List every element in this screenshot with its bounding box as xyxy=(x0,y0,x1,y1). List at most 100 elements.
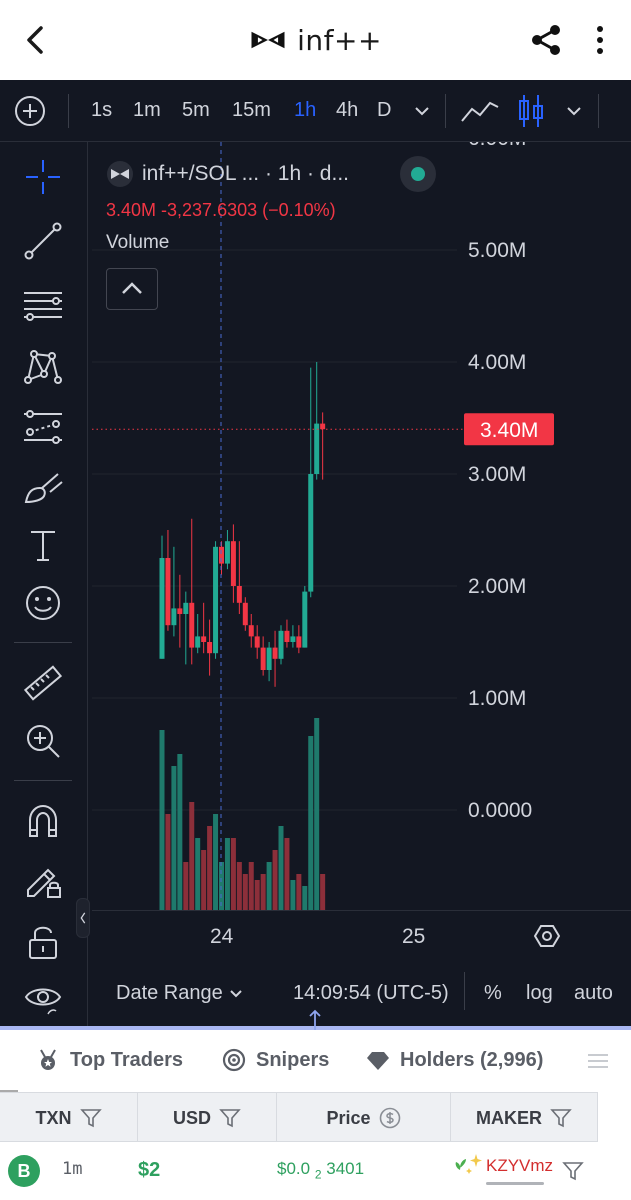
volume-legend-label: Volume xyxy=(106,232,170,253)
timeframe-1m[interactable]: 1m xyxy=(133,99,161,122)
candle-body xyxy=(207,642,213,654)
column-header-maker[interactable]: MAKER xyxy=(451,1093,598,1143)
tab-top-traders[interactable]: Top Traders xyxy=(36,1048,183,1072)
trend-line-icon[interactable] xyxy=(22,220,64,262)
auto-scale-toggle[interactable]: auto xyxy=(574,982,613,1005)
candle-body xyxy=(189,602,195,648)
collapse-toolbar-handle[interactable] xyxy=(76,898,90,938)
candles-chart-type-icon[interactable] xyxy=(516,92,546,130)
table-row[interactable]: B 1m $2 $0.0 2 3401 KZYVmz xyxy=(0,1142,631,1200)
date-range-chevron-down-icon[interactable] xyxy=(228,988,244,1000)
date-range-button[interactable]: Date Range xyxy=(116,982,223,1005)
symbol-label: inf++/SOL ... · 1h · d... xyxy=(142,162,349,185)
candle-body xyxy=(314,423,320,474)
candle-body xyxy=(224,541,230,564)
timeframe-4h[interactable]: 4h xyxy=(336,99,358,122)
candle-body xyxy=(308,474,314,592)
forecast-tool-icon[interactable] xyxy=(22,406,64,448)
filter-icon[interactable] xyxy=(550,1107,572,1129)
candle-body xyxy=(272,647,278,659)
volume-bar xyxy=(189,802,195,910)
filter-icon[interactable] xyxy=(219,1107,241,1129)
chevron-up-icon xyxy=(122,282,142,294)
text-tool-icon[interactable] xyxy=(22,524,64,566)
timeframe-chevron-down-icon[interactable] xyxy=(413,104,431,118)
magnet-icon[interactable] xyxy=(22,800,64,842)
lock-drawing-icon[interactable] xyxy=(22,858,64,900)
volume-bar xyxy=(213,814,219,910)
x-tick-label: 25 xyxy=(402,925,426,948)
percent-scale-toggle[interactable]: % xyxy=(484,982,502,1005)
ohlc-values: 3.40M -3,237.6303 (−0.10%) xyxy=(106,200,336,220)
filter-maker-icon[interactable] xyxy=(562,1160,584,1182)
chart-settings-icon[interactable] xyxy=(533,923,561,949)
visibility-eye-icon[interactable] xyxy=(22,976,64,1018)
brush-icon[interactable] xyxy=(22,466,64,508)
trade-price: $0.0 2 3401 xyxy=(277,1159,364,1181)
chart-panel: 1s 1m 5m 15m 1h 4h D 3.40M 5.00M 4.00M 3… xyxy=(0,80,631,1026)
unlock-icon[interactable] xyxy=(22,920,64,962)
chart-type-chevron-down-icon[interactable] xyxy=(565,104,583,118)
column-header-txn[interactable]: TXN xyxy=(0,1093,138,1143)
pattern-tool-icon[interactable] xyxy=(22,346,64,388)
time-axis[interactable]: 24 25 xyxy=(92,910,631,958)
y-tick-label: 3.00M xyxy=(468,463,526,486)
more-tabs-icon[interactable] xyxy=(586,1052,610,1070)
emoji-icon[interactable] xyxy=(22,582,64,624)
timeframe-1s[interactable]: 1s xyxy=(91,99,112,122)
volume-bar xyxy=(242,874,248,910)
toolbar-divider xyxy=(598,94,599,128)
filter-icon[interactable] xyxy=(79,1107,102,1129)
fib-retracement-icon[interactable] xyxy=(22,284,64,326)
volume-bar xyxy=(284,838,290,910)
tab-snipers[interactable]: Snipers xyxy=(222,1048,329,1072)
volume-bar xyxy=(224,838,230,910)
candlestick-chart-svg[interactable]: 3.40M 6.00M 5.00M 4.00M 3.00M 2.00M 1.00M 0.00… xyxy=(92,127,631,910)
trade-age: 1m xyxy=(62,1159,83,1179)
market-status-indicator[interactable] xyxy=(400,156,436,192)
volume-bar xyxy=(248,862,254,910)
target-icon xyxy=(222,1048,246,1072)
ruler-icon[interactable] xyxy=(22,662,64,704)
timeframe-15m[interactable]: 15m xyxy=(232,99,271,122)
toolbar-divider xyxy=(445,94,446,128)
more-vertical-icon[interactable] xyxy=(588,22,612,58)
chart-legend-symbol[interactable]: inf++/SOL ... · 1h · d... xyxy=(106,160,349,188)
collapse-legend-button[interactable] xyxy=(106,268,158,310)
app-title: inf++ xyxy=(297,23,382,57)
toolbar-divider xyxy=(68,94,69,128)
maker-address[interactable]: KZYVmz xyxy=(486,1156,553,1176)
candle-body xyxy=(248,625,254,637)
volume-bar xyxy=(290,880,296,910)
volume-bar xyxy=(183,862,189,910)
tab-label: Snipers xyxy=(256,1048,330,1071)
y-tick-label: 1.00M xyxy=(468,687,526,710)
timeframe-1h[interactable]: 1h xyxy=(294,99,316,122)
tab-label: Top Traders xyxy=(70,1048,183,1071)
price-chart[interactable]: 3.40M 6.00M 5.00M 4.00M 3.00M 2.00M 1.00M 0.00… xyxy=(92,127,631,910)
price-prefix: $0.0 xyxy=(277,1159,311,1178)
share-icon[interactable] xyxy=(528,22,564,58)
timeframe-5m[interactable]: 5m xyxy=(182,99,210,122)
line-chart-type-icon[interactable] xyxy=(460,95,500,127)
log-scale-toggle[interactable]: log xyxy=(526,982,553,1005)
currency-toggle-icon[interactable] xyxy=(379,1107,401,1129)
y-tick-label: 2.00M xyxy=(468,575,526,598)
crosshair-icon[interactable] xyxy=(22,156,64,198)
column-header-price[interactable]: Price xyxy=(277,1093,451,1143)
add-indicator-icon[interactable] xyxy=(14,95,46,127)
candle-body xyxy=(278,630,284,659)
candle-body xyxy=(320,423,326,430)
zoom-in-icon[interactable] xyxy=(22,720,64,762)
volume-bar xyxy=(159,730,165,910)
candle-body xyxy=(165,558,171,626)
last-price-label: 3.40M xyxy=(480,419,538,442)
volume-bar xyxy=(278,826,284,910)
tools-divider xyxy=(14,780,72,781)
timeframe-d[interactable]: D xyxy=(377,99,391,122)
tab-holders[interactable]: Holders (2,996) xyxy=(366,1048,543,1072)
candle-body xyxy=(230,541,236,586)
volume-bar xyxy=(195,838,201,910)
column-header-usd[interactable]: USD xyxy=(138,1093,277,1143)
candle-body xyxy=(195,636,201,648)
